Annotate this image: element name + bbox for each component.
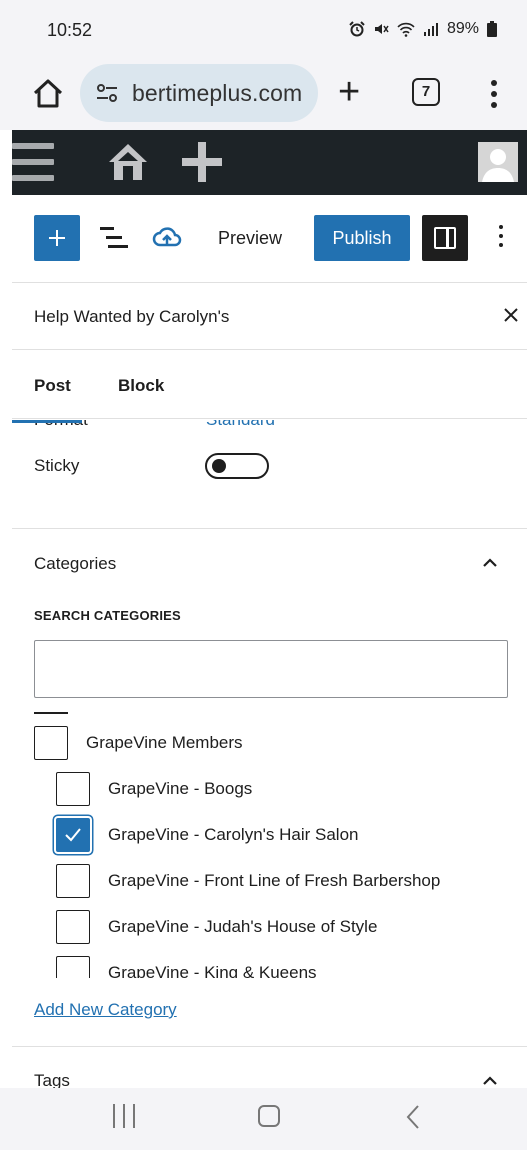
category-checkbox[interactable]	[56, 864, 90, 898]
category-label: GrapeVine - Front Line of Fresh Barbersh…	[108, 871, 441, 890]
toggle-knob	[212, 459, 226, 473]
chevron-up-icon[interactable]	[480, 556, 500, 570]
categories-heading[interactable]: Categories	[34, 554, 116, 574]
tags-heading[interactable]: Tags	[34, 1071, 70, 1088]
alarm-icon	[349, 21, 365, 37]
battery-percent: 89%	[446, 20, 479, 37]
list-item[interactable]: GrapeVine - Front Line of Fresh Barbersh…	[56, 864, 440, 898]
address-bar[interactable]: bertimeplus.com	[80, 64, 318, 122]
add-new-category-link[interactable]: Add New Category	[34, 1000, 177, 1020]
category-label: GrapeVine - Boogs	[108, 779, 253, 798]
wifi-icon	[397, 22, 415, 37]
browser-menu-icon[interactable]	[484, 74, 504, 114]
status-time: 10:52	[47, 20, 93, 40]
editor-toolbar: Preview Publish	[12, 195, 527, 283]
house-icon[interactable]	[106, 140, 150, 184]
divider	[12, 1046, 527, 1047]
back-icon[interactable]	[405, 1104, 421, 1130]
category-label: GrapeVine - King & Kueens	[108, 963, 317, 978]
avatar[interactable]	[478, 142, 518, 182]
list-item[interactable]: GrapeVine - Carolyn's Hair Salon	[56, 818, 359, 852]
category-checkbox[interactable]	[56, 956, 90, 978]
format-value[interactable]: Standard	[206, 420, 275, 430]
category-checkbox[interactable]	[34, 726, 68, 760]
save-cloud-icon[interactable]	[152, 225, 182, 251]
recent-apps-icon[interactable]	[113, 1104, 135, 1128]
browser-toolbar: bertimeplus.com + 7	[0, 58, 527, 130]
list-item[interactable]: GrapeVine Members	[34, 726, 243, 760]
publish-button[interactable]: Publish	[314, 215, 410, 261]
tab-switcher-button[interactable]: 7	[412, 78, 440, 106]
chevron-up-icon[interactable]	[480, 1074, 500, 1088]
format-row: Format Standard	[34, 420, 514, 430]
signal-icon	[423, 23, 438, 36]
category-checkbox-checked[interactable]	[56, 818, 90, 852]
search-categories-label: SEARCH CATEGORIES	[34, 608, 181, 623]
category-label: GrapeVine Members	[86, 733, 243, 752]
site-settings-icon[interactable]	[94, 80, 120, 106]
post-title: Help Wanted by Carolyn's	[34, 307, 230, 326]
preview-button[interactable]: Preview	[218, 228, 282, 249]
category-list[interactable]: GrapeVine Members GrapeVine - Boogs Grap…	[34, 712, 508, 978]
tab-post[interactable]: Post	[34, 376, 71, 396]
battery-icon	[487, 21, 497, 37]
sidebar-header: Help Wanted by Carolyn's	[12, 284, 527, 350]
sticky-toggle[interactable]	[205, 453, 269, 479]
status-icons: 89%	[349, 20, 497, 38]
list-item[interactable]: GrapeVine - Boogs	[56, 772, 252, 806]
search-categories-input[interactable]	[34, 640, 508, 698]
block-inserter-button[interactable]	[34, 215, 80, 261]
document-overview-icon[interactable]	[100, 225, 128, 249]
partial-checkbox-edge	[34, 712, 68, 714]
category-checkbox[interactable]	[56, 910, 90, 944]
sidebar-tabs: Post Block	[12, 351, 527, 419]
add-new-icon[interactable]	[182, 142, 222, 182]
category-label: GrapeVine - Carolyn's Hair Salon	[108, 825, 359, 844]
mute-icon	[374, 24, 389, 34]
tab-block[interactable]: Block	[118, 376, 164, 396]
settings-sidebar-toggle[interactable]	[422, 215, 468, 261]
home-icon[interactable]	[30, 76, 66, 112]
more-options-icon[interactable]	[496, 225, 506, 255]
url-text: bertimeplus.com	[132, 79, 303, 106]
new-tab-icon[interactable]: +	[338, 72, 360, 112]
close-icon[interactable]	[500, 304, 522, 326]
list-item[interactable]: GrapeVine - King & Kueens	[56, 956, 317, 978]
category-label: GrapeVine - Judah's House of Style	[108, 917, 378, 936]
sidebar-panel[interactable]: Format Standard Sticky Categories SEARCH…	[12, 420, 527, 1088]
menu-icon[interactable]	[12, 143, 54, 181]
status-bar: 10:52 89%	[0, 0, 527, 58]
focus-underline	[12, 420, 82, 423]
divider	[12, 528, 527, 529]
checkmark-icon	[65, 828, 81, 842]
wp-admin-bar	[12, 130, 527, 195]
home-button-icon[interactable]	[258, 1105, 280, 1127]
sticky-label: Sticky	[34, 456, 80, 475]
system-nav-bar	[0, 1088, 527, 1150]
category-checkbox[interactable]	[56, 772, 90, 806]
list-item[interactable]: GrapeVine - Judah's House of Style	[56, 910, 377, 944]
